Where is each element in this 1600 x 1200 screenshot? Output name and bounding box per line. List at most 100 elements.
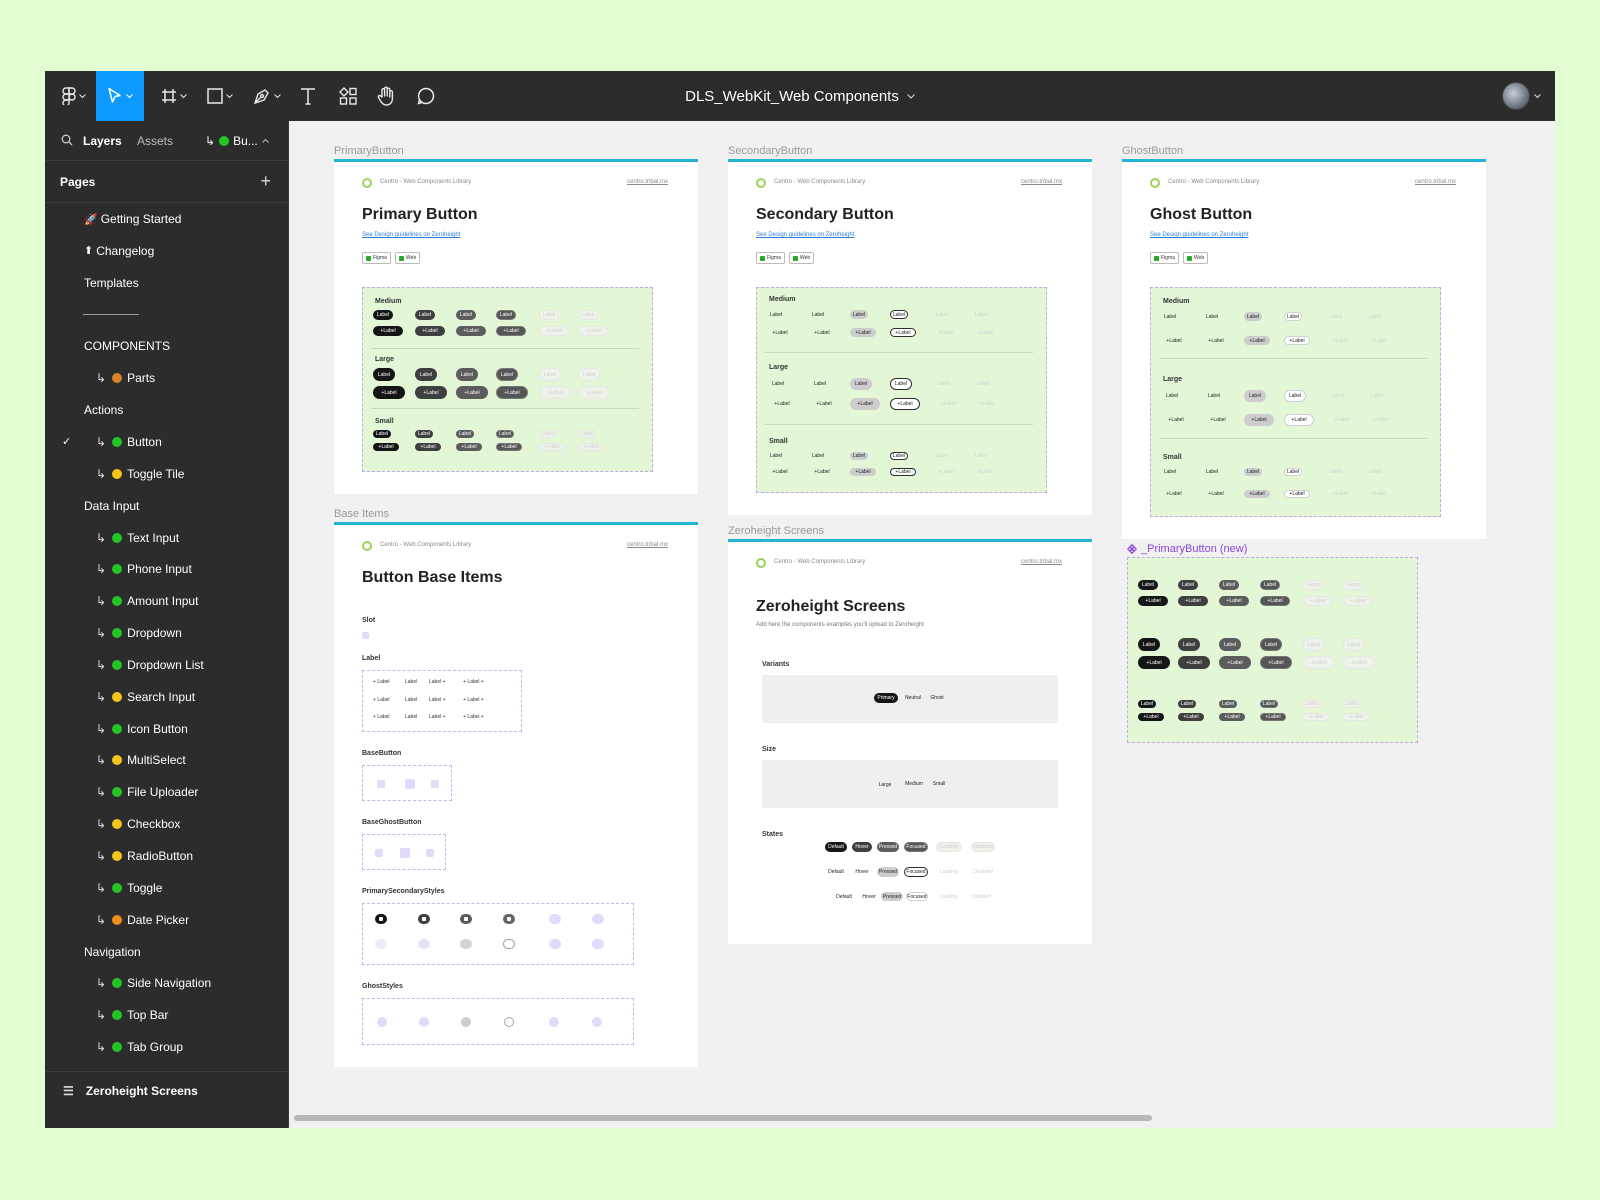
- state-example[interactable]: Focused: [906, 892, 928, 901]
- button-variant[interactable]: Label: [890, 310, 908, 319]
- button-variant[interactable]: Label: [1366, 312, 1384, 321]
- button-variant[interactable]: + Label: [456, 443, 482, 451]
- frame-label-primary[interactable]: PrimaryButton: [334, 145, 404, 157]
- state-example[interactable]: Hover: [852, 867, 872, 877]
- state-example[interactable]: Focused: [904, 867, 928, 877]
- frame-label-zeroheight[interactable]: Zeroheight Screens: [728, 525, 824, 537]
- size-example[interactable]: Large: [874, 779, 896, 790]
- button-variant[interactable]: Label: [415, 310, 435, 320]
- frame-secondary-button[interactable]: Centro - Web Components Library centro.t…: [728, 159, 1092, 515]
- horizontal-scrollbar[interactable]: [294, 1115, 1152, 1121]
- button-variant[interactable]: + Label: [850, 398, 880, 410]
- button-variant[interactable]: Label: [1161, 390, 1183, 402]
- page-item[interactable]: ↳ Date Picker: [45, 904, 289, 936]
- button-variant[interactable]: + Label: [1244, 336, 1270, 345]
- button-variant[interactable]: + Label: [415, 386, 447, 399]
- button-variant[interactable]: Label: [1343, 700, 1361, 708]
- tab-assets[interactable]: Assets: [137, 134, 173, 148]
- button-variant[interactable]: + Label: [1161, 414, 1191, 426]
- button-variant[interactable]: Label: [890, 452, 908, 460]
- button-variant[interactable]: + Label: [373, 326, 403, 336]
- comment-tool-button[interactable]: [411, 71, 441, 121]
- button-variant[interactable]: Label: [539, 310, 559, 320]
- button-variant[interactable]: + Label: [496, 443, 522, 451]
- resources-tool-button[interactable]: [333, 71, 363, 121]
- button-variant[interactable]: Label: [767, 452, 785, 460]
- page-item[interactable]: ↳ Search Input: [45, 681, 289, 713]
- button-variant[interactable]: + Label: [1219, 656, 1251, 669]
- page-item[interactable]: ↳ Parts: [45, 362, 289, 394]
- layer-row-zeroheight-screens[interactable]: ☰ Zeroheight Screens: [45, 1071, 289, 1109]
- button-variant[interactable]: Label: [972, 378, 994, 390]
- library-url[interactable]: centro.tribal.mx: [1021, 559, 1062, 565]
- page-item[interactable]: COMPONENTS: [45, 330, 289, 362]
- button-variant[interactable]: Label: [933, 378, 955, 390]
- page-item[interactable]: ↳ RadioButton: [45, 840, 289, 872]
- button-variant[interactable]: + Label: [578, 386, 610, 399]
- button-variant[interactable]: + Label: [1284, 490, 1310, 498]
- variants-preview[interactable]: Primary Neutral Ghost: [762, 675, 1058, 723]
- button-variant[interactable]: + Label: [1203, 336, 1229, 345]
- states-preview[interactable]: Default Hover Pressed Focused Loading Disable…: [728, 842, 1092, 922]
- button-variant[interactable]: Label: [1138, 700, 1156, 708]
- button-variant[interactable]: Label: [1203, 312, 1221, 321]
- button-variant[interactable]: + Label: [1138, 596, 1168, 606]
- button-variant[interactable]: + Label: [933, 468, 959, 476]
- button-variant[interactable]: + Label: [1327, 490, 1353, 498]
- button-variant[interactable]: Label: [972, 452, 990, 460]
- frame-base-items[interactable]: Centro - Web Components Library centro.t…: [334, 522, 698, 1067]
- guidelines-link[interactable]: See Design guidelines on Zeroheight: [756, 232, 854, 238]
- button-variant[interactable]: Label: [1284, 468, 1302, 476]
- design-canvas[interactable]: PrimaryButton Centro - Web Components Li…: [289, 121, 1555, 1128]
- state-example[interactable]: Default: [834, 892, 854, 901]
- button-variant[interactable]: Label: [1178, 700, 1196, 708]
- variant-example[interactable]: Ghost: [928, 693, 946, 703]
- button-variant[interactable]: + Label: [1366, 414, 1396, 426]
- button-variant[interactable]: + Label: [1303, 713, 1329, 721]
- button-variant[interactable]: Label: [1284, 312, 1302, 321]
- button-variant[interactable]: + Label: [850, 328, 876, 337]
- button-variant[interactable]: Label: [1327, 390, 1349, 402]
- variant-example[interactable]: Primary: [874, 693, 898, 703]
- variants-panel[interactable]: Medium Label Label Label Label Label Label + La…: [1150, 287, 1441, 517]
- button-variant[interactable]: Label: [1260, 580, 1280, 590]
- button-variant[interactable]: Label: [373, 368, 395, 381]
- add-page-plus-icon[interactable]: +: [260, 171, 271, 192]
- frame-tool-button[interactable]: [153, 71, 195, 121]
- variant-example[interactable]: Neutral: [902, 693, 924, 703]
- state-example[interactable]: Hover: [852, 842, 872, 852]
- page-item[interactable]: Templates: [45, 267, 289, 299]
- page-item[interactable]: ↳ Text Input: [45, 522, 289, 554]
- button-variant[interactable]: + Label: [1343, 713, 1369, 721]
- library-url[interactable]: centro.tribal.mx: [1415, 179, 1456, 185]
- button-variant[interactable]: + Label: [496, 326, 526, 336]
- button-variant[interactable]: + Label: [373, 443, 399, 451]
- button-variant[interactable]: + Label: [850, 468, 876, 476]
- button-variant[interactable]: Label: [1303, 580, 1323, 590]
- button-variant[interactable]: Label: [850, 310, 868, 319]
- button-variant[interactable]: Label: [809, 452, 827, 460]
- button-variant[interactable]: + Label: [1284, 414, 1314, 426]
- button-variant[interactable]: Label: [415, 368, 437, 381]
- button-variant[interactable]: + Label: [1260, 713, 1286, 721]
- main-menu-button[interactable]: [53, 71, 95, 121]
- page-item[interactable]: ⬆ Changelog: [45, 235, 289, 267]
- button-variant[interactable]: Label: [1138, 638, 1160, 651]
- page-item[interactable]: ↳ Icon Button: [45, 713, 289, 745]
- button-variant[interactable]: + Label: [1178, 656, 1210, 669]
- button-variant[interactable]: Label: [767, 378, 789, 390]
- page-item[interactable]: ↳ Checkbox: [45, 808, 289, 840]
- library-url[interactable]: centro.tribal.mx: [627, 542, 668, 548]
- page-item[interactable]: ↳ Toggle: [45, 872, 289, 904]
- state-example[interactable]: Disabled: [971, 842, 995, 852]
- state-example[interactable]: Disabled: [971, 892, 991, 901]
- button-variant[interactable]: + Label: [767, 398, 797, 410]
- shape-tool-button[interactable]: [199, 71, 241, 121]
- variants-panel[interactable]: Medium Label Label Label Label Label Label + La…: [362, 287, 653, 472]
- button-variant[interactable]: Label: [1161, 468, 1179, 476]
- state-example[interactable]: Default: [825, 867, 847, 877]
- variants-panel[interactable]: Medium Label Label Label Label Label Label + La…: [756, 287, 1047, 493]
- button-variant[interactable]: + Label: [890, 398, 920, 410]
- button-variant[interactable]: + Label: [767, 328, 793, 337]
- button-variant[interactable]: + Label: [933, 398, 963, 410]
